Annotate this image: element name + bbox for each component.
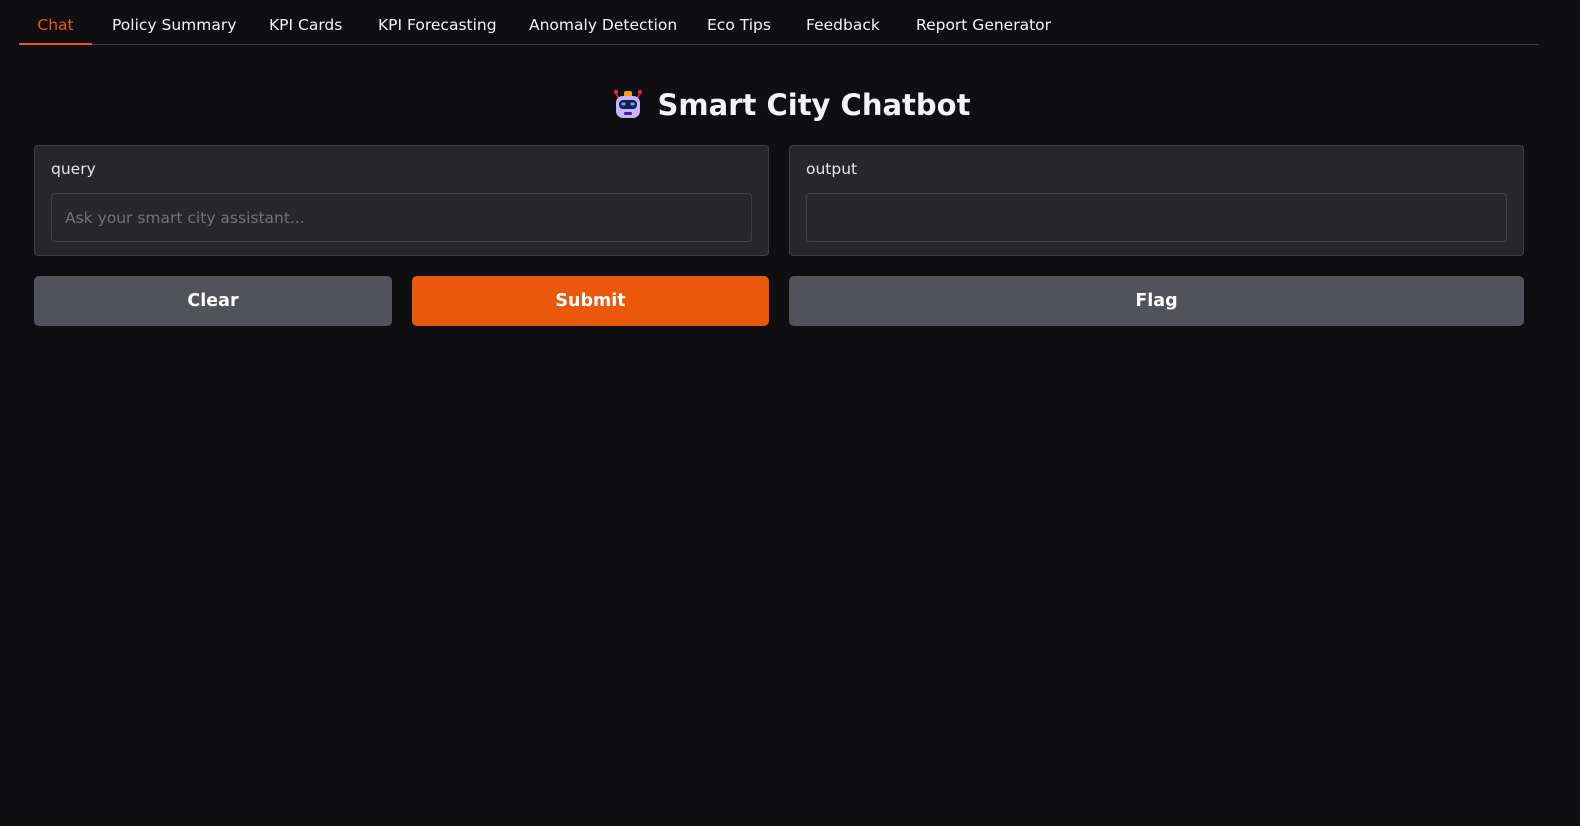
query-panel: query [34,145,769,256]
tab-chat[interactable]: Chat [19,0,92,45]
clear-button[interactable]: Clear [34,276,392,326]
page-header: Smart City Chatbot [0,82,1580,128]
tab-kpi-forecasting[interactable]: KPI Forecasting [378,0,497,45]
tab-report-generator[interactable]: Report Generator [916,0,1051,45]
tab-anomaly-detection[interactable]: Anomaly Detection [529,0,677,45]
output-panel: output [789,145,1524,256]
output-label: output [806,160,858,178]
query-input[interactable] [51,193,752,242]
output-field [806,193,1507,242]
submit-button[interactable]: Submit [412,276,769,326]
flag-button[interactable]: Flag [789,276,1524,326]
tab-feedback[interactable]: Feedback [806,0,880,45]
robot-icon [613,89,642,118]
tab-kpi-cards[interactable]: KPI Cards [269,0,342,45]
tab-policy-summary[interactable]: Policy Summary [112,0,236,45]
query-label: query [51,160,96,178]
tab-eco-tips[interactable]: Eco Tips [707,0,771,45]
page-title: Smart City Chatbot [657,88,971,122]
tab-bar: Chat Policy Summary KPI Cards KPI Foreca… [19,0,1539,45]
